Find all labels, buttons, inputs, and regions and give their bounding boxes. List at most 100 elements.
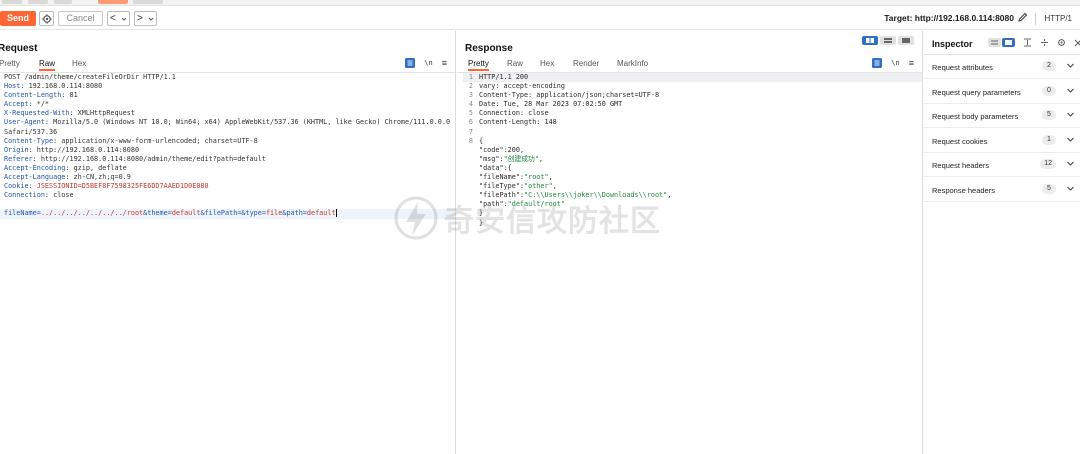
inspector-row[interactable]: Request query parameters 0	[924, 80, 1080, 104]
json-field-key: "fileType"	[479, 182, 520, 191]
response-title: Response	[465, 43, 513, 54]
request-line: Safari/537.36	[4, 128, 455, 137]
response-line: 3 Content-Type: application/json;charset=…	[463, 91, 922, 100]
chevron-down-icon[interactable]	[1066, 86, 1075, 95]
header-name: Origin	[4, 145, 29, 154]
line-number: 5	[468, 109, 473, 118]
window-tab[interactable]	[54, 0, 72, 4]
header-name: Connection	[4, 191, 45, 200]
layout-columns-button[interactable]	[862, 36, 878, 45]
window-tab[interactable]	[133, 0, 163, 4]
send-button[interactable]: Send	[0, 11, 36, 26]
menu-icon[interactable]: ≡	[909, 58, 914, 68]
tab-pretty[interactable]: Pretty	[468, 59, 489, 71]
body-param-key: path	[286, 209, 303, 218]
tab-render[interactable]: Render	[573, 59, 599, 68]
menu-icon[interactable]: ≡	[442, 58, 447, 68]
header-name: X-Requested-With	[4, 109, 70, 118]
inspector-row-label: Response headers	[932, 185, 995, 195]
split-icon[interactable]	[1040, 38, 1049, 47]
response-line: "data":{	[463, 164, 922, 173]
request-line: Connection: close	[4, 191, 74, 200]
settings-button[interactable]	[39, 11, 54, 26]
inspector-row[interactable]: Request cookies 1	[924, 129, 1080, 153]
message-actions-button[interactable]	[405, 58, 416, 68]
tab-raw[interactable]: Raw	[507, 59, 523, 68]
request-line: POST /admin/theme/createFileOrDir HTTP/1…	[4, 73, 455, 82]
inspector-row[interactable]: Request body parameters 5	[924, 104, 1080, 128]
message-actions-button[interactable]	[872, 58, 883, 68]
inspector-layout-panel-button[interactable]	[1002, 38, 1015, 47]
request-line: Accept: */*	[4, 100, 50, 109]
request-line: Origin: http://192.168.0.114:8080	[4, 145, 140, 154]
panel-icon	[1005, 40, 1012, 45]
header-value: application/x-www-form-urlencoded; chars…	[61, 136, 258, 145]
json-brace: {	[479, 136, 484, 145]
layout-rows-button[interactable]	[880, 36, 896, 45]
request-line: X-Requested-With: XMLHttpRequest	[4, 109, 135, 118]
tab-pretty[interactable]: Pretty	[0, 59, 20, 68]
tabs-icon	[902, 38, 910, 43]
response-line: 6 Content-Length: 148	[463, 118, 922, 127]
chevron-down-icon[interactable]	[1066, 61, 1075, 70]
chevron-down-icon	[121, 17, 127, 21]
request-line: Accept-Encoding: gzip, deflate	[4, 163, 127, 172]
header-name: Host	[4, 82, 21, 91]
response-header: Connection: close	[479, 109, 549, 118]
chevron-down-icon[interactable]	[1066, 135, 1075, 144]
tab-hex[interactable]: Hex	[540, 59, 554, 68]
tab-hex[interactable]: Hex	[72, 59, 86, 68]
tab-markinfo[interactable]: MarkInfo	[617, 59, 648, 68]
json-field-value: "default/root"	[507, 200, 565, 209]
response-line: }	[463, 209, 922, 218]
line-number	[463, 146, 473, 155]
request-line: Accept-Language: zh-CN,zh;q=0.9	[4, 173, 131, 182]
chevron-down-icon[interactable]	[1066, 184, 1075, 193]
inspector-layout-list-button[interactable]	[988, 38, 1001, 47]
window-tab-active[interactable]	[98, 0, 128, 4]
response-header: Content-Length: 148	[479, 118, 557, 127]
forward-button[interactable]: >	[134, 11, 157, 26]
response-line: "filePath": "C:\\Users\\joker\\Downloads\…	[463, 191, 922, 200]
gear-icon[interactable]	[1057, 38, 1066, 47]
inspector-row-label: Request query parameters	[932, 87, 1021, 97]
protocol-selector[interactable]: HTTP/1	[1044, 14, 1072, 23]
layout-tabs-button[interactable]	[898, 36, 914, 45]
json-value-code: 200	[507, 145, 520, 154]
inspector-row-label: Request cookies	[932, 136, 988, 146]
align-top-icon[interactable]	[1023, 38, 1032, 47]
newline-toggle-icon[interactable]: \n	[891, 59, 899, 67]
line-number	[463, 200, 473, 209]
line-number: 2	[468, 82, 473, 91]
header-name: Accept-Language	[4, 173, 66, 182]
chevron-down-icon[interactable]	[1066, 159, 1075, 168]
header-value: http://192.168.0.114:8080/admin/theme/ed…	[40, 154, 266, 163]
back-label: <	[110, 12, 116, 24]
response-editor[interactable]: 1 HTTP/1.1 200 2 vary: accept-encoding 3 Cont…	[463, 73, 922, 228]
header-value: 81	[69, 91, 78, 100]
edit-target-button[interactable]	[1017, 12, 1028, 26]
close-icon[interactable]	[1074, 39, 1080, 47]
window-tab[interactable]	[28, 0, 48, 4]
request-editor[interactable]: POST /admin/theme/createFileOrDir HTTP/1…	[0, 73, 455, 219]
back-button[interactable]: <	[107, 11, 130, 26]
cancel-button[interactable]: Cancel	[58, 11, 103, 26]
header-value: Mozilla/5.0 (Windows NT 10.0; Win64; x64…	[53, 118, 451, 127]
response-line: "path": "default/root"	[463, 200, 922, 209]
header-name: Content-Length	[4, 91, 62, 100]
newline-toggle-icon[interactable]: \n	[424, 59, 432, 67]
inspector-row[interactable]: Request headers 12	[924, 153, 1080, 177]
body-param-value: ../../../../../../../root	[40, 209, 144, 218]
columns-icon	[866, 38, 874, 43]
line-number: 7	[468, 127, 473, 136]
list-icon	[874, 60, 880, 66]
chevron-down-icon[interactable]	[1066, 110, 1075, 119]
inspector-row[interactable]: Request attributes 2	[924, 55, 1080, 79]
inspector-row[interactable]: Response headers 5	[924, 178, 1080, 202]
tab-raw[interactable]: Raw	[39, 59, 56, 71]
window-tab[interactable]	[2, 0, 22, 4]
response-line: }	[463, 219, 922, 228]
header-name: Cookie	[4, 182, 29, 191]
text-cursor	[335, 209, 337, 218]
